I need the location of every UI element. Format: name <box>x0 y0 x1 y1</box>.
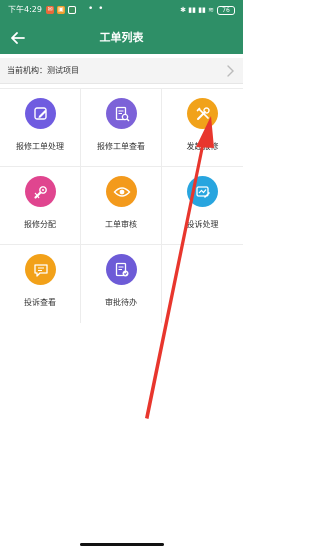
current-org-value: 测试项目 <box>47 66 79 75</box>
current-org-selector[interactable]: 当前机构：测试项目 <box>0 58 243 84</box>
more-notifications-icon: • • <box>88 4 105 14</box>
app-bar: 工单列表 <box>0 22 243 54</box>
menu-item-label: 报修工单查看 <box>97 142 145 151</box>
menu-item-repair-order-view[interactable]: 报修工单查看 <box>81 89 162 167</box>
chat-bubble-icon <box>25 254 56 285</box>
edit-square-icon <box>25 98 56 129</box>
menu-row: 投诉查看 审批待办 <box>0 245 243 323</box>
current-org-label: 当前机构： <box>7 66 47 75</box>
menu-row: 报修分配 工单审核 投诉处理 <box>0 167 243 245</box>
approval-doc-icon <box>106 254 137 285</box>
menu-item-repair-order-process[interactable]: 报修工单处理 <box>0 89 81 167</box>
menu-item-label: 审批待办 <box>105 298 137 307</box>
menu-item-start-repair[interactable]: 发起报修 <box>162 89 243 167</box>
current-org-text: 当前机构：测试项目 <box>7 65 79 77</box>
menu-item-label: 工单审核 <box>105 220 137 229</box>
document-search-icon <box>106 98 137 129</box>
menu-item-complaint-handle[interactable]: 投诉处理 <box>162 167 243 245</box>
menu-item-empty <box>162 245 243 323</box>
menu-item-approval-todo[interactable]: 审批待办 <box>81 245 162 323</box>
complaint-edit-icon <box>187 176 218 207</box>
wrench-gear-icon <box>25 176 56 207</box>
eye-icon <box>106 176 137 207</box>
message-notification-icon <box>68 6 76 14</box>
menu-item-order-review[interactable]: 工单审核 <box>81 167 162 245</box>
battery-icon: 76 <box>217 5 235 15</box>
menu-item-repair-assign[interactable]: 报修分配 <box>0 167 81 245</box>
menu-row: 报修工单处理 报修工单查看 发起报修 <box>0 89 243 167</box>
mail-notification-icon: ✉ <box>46 6 54 14</box>
menu-item-label: 投诉查看 <box>24 298 56 307</box>
status-bar: 下午4:29 ✉ ▣ • • ✱ ▮▮ ▮▮ ≋ 76 <box>0 0 243 22</box>
menu-item-label: 发起报修 <box>186 142 219 151</box>
menu-item-label: 报修工单处理 <box>16 142 64 151</box>
app-notification-icon: ▣ <box>57 6 65 14</box>
menu-item-complaint-view[interactable]: 投诉查看 <box>0 245 81 323</box>
page-title: 工单列表 <box>99 31 144 44</box>
signal-wifi-icons: ✱ ▮▮ ▮▮ ≋ <box>180 6 214 14</box>
status-time: 下午4:29 <box>8 5 42 14</box>
menu-item-label: 投诉处理 <box>186 220 219 229</box>
tools-icon <box>187 98 218 129</box>
menu-grid: 报修工单处理 报修工单查看 发起报修 报修分配 工单审核 投诉处理 投诉查看 审… <box>0 88 243 323</box>
menu-item-label: 报修分配 <box>24 220 56 229</box>
home-indicator[interactable] <box>80 543 164 546</box>
status-indicators: ✱ ▮▮ ▮▮ ≋ 76 <box>180 5 235 15</box>
chevron-right-icon <box>227 65 234 77</box>
